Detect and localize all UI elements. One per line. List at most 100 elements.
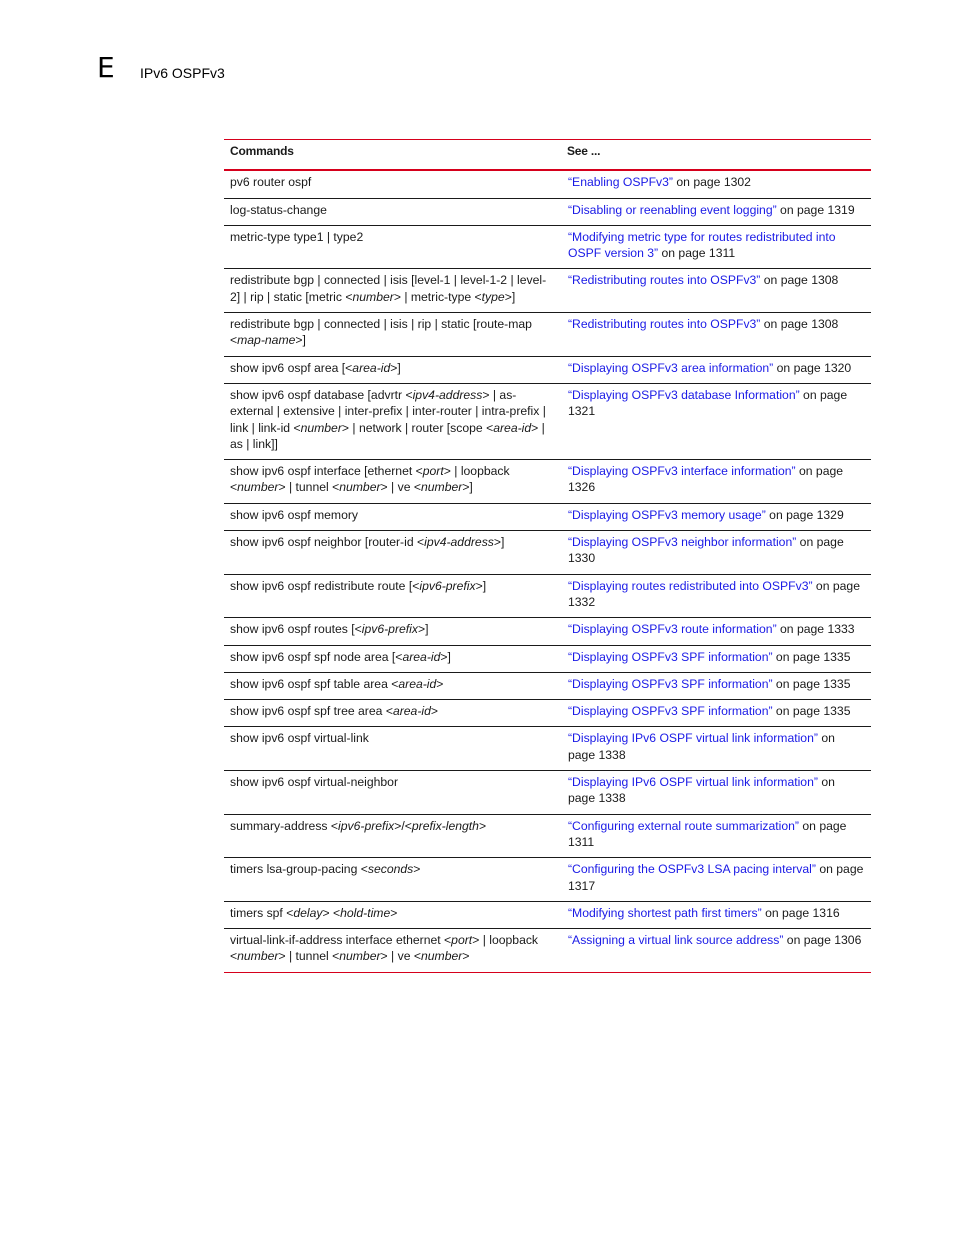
table-row: show ipv6 ospf interface [ethernet <port… xyxy=(224,459,871,504)
command-text: show ipv6 ospf spf node area [< xyxy=(230,649,403,664)
reference-link[interactable]: “Configuring the OSPFv3 LSA pacing inter… xyxy=(568,862,816,876)
command-cell: virtual-link-if-address interface ethern… xyxy=(224,928,561,973)
command-text: >] xyxy=(440,649,451,664)
command-parameter: ipv6-prefix xyxy=(419,578,476,593)
table-row: pv6 router ospf “Enabling OSPFv3” on page… xyxy=(224,170,871,199)
page-reference: on page 1329 xyxy=(765,507,844,522)
reference-link[interactable]: “Displaying OSPFv3 route information” xyxy=(568,622,777,636)
reference-cell: “Configuring external route summarizatio… xyxy=(561,814,871,859)
page-reference: on page 1308 xyxy=(760,317,839,332)
command-text: pv6 router ospf xyxy=(230,175,312,190)
page-reference: on page 1316 xyxy=(761,905,840,920)
reference-link[interactable]: “Modifying shortest path first timers” xyxy=(568,906,762,920)
reference-cell: “Displaying routes redistributed into OS… xyxy=(561,574,871,619)
command-cell: redistribute bgp | connected | isis [lev… xyxy=(224,268,561,314)
page-reference: on page 1319 xyxy=(776,202,855,217)
command-parameter: number xyxy=(339,949,381,964)
command-parameter: area-id xyxy=(493,420,532,435)
command-parameter: prefix-length xyxy=(411,818,479,833)
table-row: show ipv6 ospf spf table area <area-id> “… xyxy=(224,672,871,701)
command-text: > | network | router [scope < xyxy=(341,420,494,435)
command-parameter: ipv6-prefix xyxy=(361,622,418,637)
reference-link[interactable]: “Displaying OSPFv3 SPF information” xyxy=(568,650,773,664)
reference-link[interactable]: “Displaying OSPFv3 SPF information” xyxy=(568,704,773,718)
reference-cell: “Modifying metric type for routes redist… xyxy=(561,225,871,270)
table-row: metric-type type1 | type2 “Modifying metr… xyxy=(224,225,871,270)
command-cell: show ipv6 ospf redistribute route [<ipv6… xyxy=(224,574,561,619)
table-row: show ipv6 ospf area [<area-id>] “Displayi… xyxy=(224,356,871,384)
command-cell: pv6 router ospf xyxy=(224,170,561,199)
reference-link[interactable]: “Displaying OSPFv3 interface information… xyxy=(568,464,796,478)
command-text: show ipv6 ospf virtual-link xyxy=(230,731,369,746)
command-text: virtual-link-if-address interface ethern… xyxy=(230,933,452,948)
page-reference: on page 1320 xyxy=(773,360,852,375)
command-cell: metric-type type1 | type2 xyxy=(224,225,561,270)
page-reference: on page 1335 xyxy=(772,704,851,719)
command-text: timers spf < xyxy=(230,905,294,920)
command-parameter: area-id xyxy=(352,360,391,375)
command-text: log-status-change xyxy=(230,202,327,217)
reference-cell: “Modifying shortest path first timers” o… xyxy=(561,901,871,930)
reference-link[interactable]: “Displaying OSPFv3 memory usage” xyxy=(568,508,766,522)
page-reference: on page 1302 xyxy=(673,175,751,190)
page-reference: on page 1335 xyxy=(772,676,851,691)
command-text: show ipv6 ospf spf table area < xyxy=(230,676,399,691)
command-cell: show ipv6 ospf routes [<ipv6-prefix>] xyxy=(224,617,561,646)
reference-link[interactable]: “Displaying routes redistributed into OS… xyxy=(568,579,813,593)
table-header-row: Commands See ... xyxy=(224,139,871,172)
reference-cell: “Displaying OSPFv3 area information” on … xyxy=(561,356,871,384)
command-text: > xyxy=(430,704,438,719)
column-header-see: See ... xyxy=(561,139,871,172)
command-parameter: ipv4-address xyxy=(424,535,494,550)
reference-link[interactable]: “Displaying IPv6 OSPF virtual link infor… xyxy=(568,775,818,789)
command-parameter: delay xyxy=(293,905,323,920)
command-text: > | ve < xyxy=(380,480,421,495)
reference-link[interactable]: “Displaying IPv6 OSPF virtual link infor… xyxy=(568,731,818,745)
chapter-letter: E xyxy=(97,51,115,84)
reference-cell: “Redistributing routes into OSPFv3” on p… xyxy=(561,268,871,314)
table-body: pv6 router ospf “Enabling OSPFv3” on page… xyxy=(224,170,871,973)
reference-link[interactable]: “Displaying OSPFv3 neighbor information” xyxy=(568,535,796,549)
reference-link[interactable]: “Redistributing routes into OSPFv3” xyxy=(568,273,760,287)
table-row: show ipv6 ospf virtual-link “Displaying I… xyxy=(224,726,871,772)
table-row: timers lsa-group-pacing <seconds> “Config… xyxy=(224,857,871,902)
reference-link[interactable]: “Displaying OSPFv3 area information” xyxy=(568,361,773,375)
command-text: > xyxy=(390,905,398,920)
reference-cell: “Displaying OSPFv3 route information” on… xyxy=(561,617,871,646)
command-parameter: port xyxy=(422,464,444,479)
table-row: show ipv6 ospf routes [<ipv6-prefix>] “Di… xyxy=(224,617,871,646)
table-row: show ipv6 ospf virtual-neighbor “Displayi… xyxy=(224,770,871,815)
command-parameter: ipv4-address xyxy=(412,387,483,402)
command-parameter: hold-time xyxy=(340,905,391,920)
command-text: show ipv6 ospf neighbor [router-id < xyxy=(230,535,425,550)
command-text: > xyxy=(436,676,444,691)
command-text: > xyxy=(478,818,487,833)
table-row: redistribute bgp | connected | isis | ri… xyxy=(224,312,871,357)
table-row: show ipv6 ospf memory “Displaying OSPFv3 … xyxy=(224,503,871,532)
command-text: show ipv6 ospf virtual-neighbor xyxy=(230,775,399,790)
reference-link[interactable]: “Displaying OSPFv3 SPF information” xyxy=(568,677,773,691)
reference-link[interactable]: “Redistributing routes into OSPFv3” xyxy=(568,317,760,331)
page-reference: on page 1311 xyxy=(658,246,736,261)
reference-link[interactable]: “Configuring external route summarizatio… xyxy=(568,819,799,833)
command-cell: show ipv6 ospf virtual-link xyxy=(224,726,561,772)
command-parameter: number xyxy=(352,289,394,304)
command-text: summary-address < xyxy=(230,818,339,833)
reference-cell: “Displaying OSPFv3 SPF information” on p… xyxy=(561,645,871,673)
command-cell: show ipv6 ospf spf table area <area-id> xyxy=(224,672,561,701)
command-parameter: map-name xyxy=(237,333,296,348)
reference-link[interactable]: “Enabling OSPFv3” xyxy=(568,175,673,189)
command-cell: show ipv6 ospf database [advrtr <ipv4-ad… xyxy=(224,383,561,461)
reference-link[interactable]: “Disabling or reenabling event logging” xyxy=(568,203,777,217)
table-row: timers spf <delay> <hold-time> “Modifying… xyxy=(224,901,871,930)
reference-cell: “Displaying OSPFv3 interface information… xyxy=(561,459,871,504)
reference-link[interactable]: “Assigning a virtual link source address… xyxy=(568,933,783,947)
command-parameter: number xyxy=(420,480,463,495)
command-parameter: type xyxy=(481,289,505,304)
command-cell: log-status-change xyxy=(224,198,561,226)
command-parameter: area-id xyxy=(392,704,431,719)
command-text: timers lsa-group-pacing < xyxy=(230,862,368,877)
reference-link[interactable]: “Displaying OSPFv3 database Information” xyxy=(568,388,800,402)
command-text: show ipv6 ospf area [< xyxy=(230,360,353,375)
chapter-title: IPv6 OSPFv3 xyxy=(140,65,225,81)
